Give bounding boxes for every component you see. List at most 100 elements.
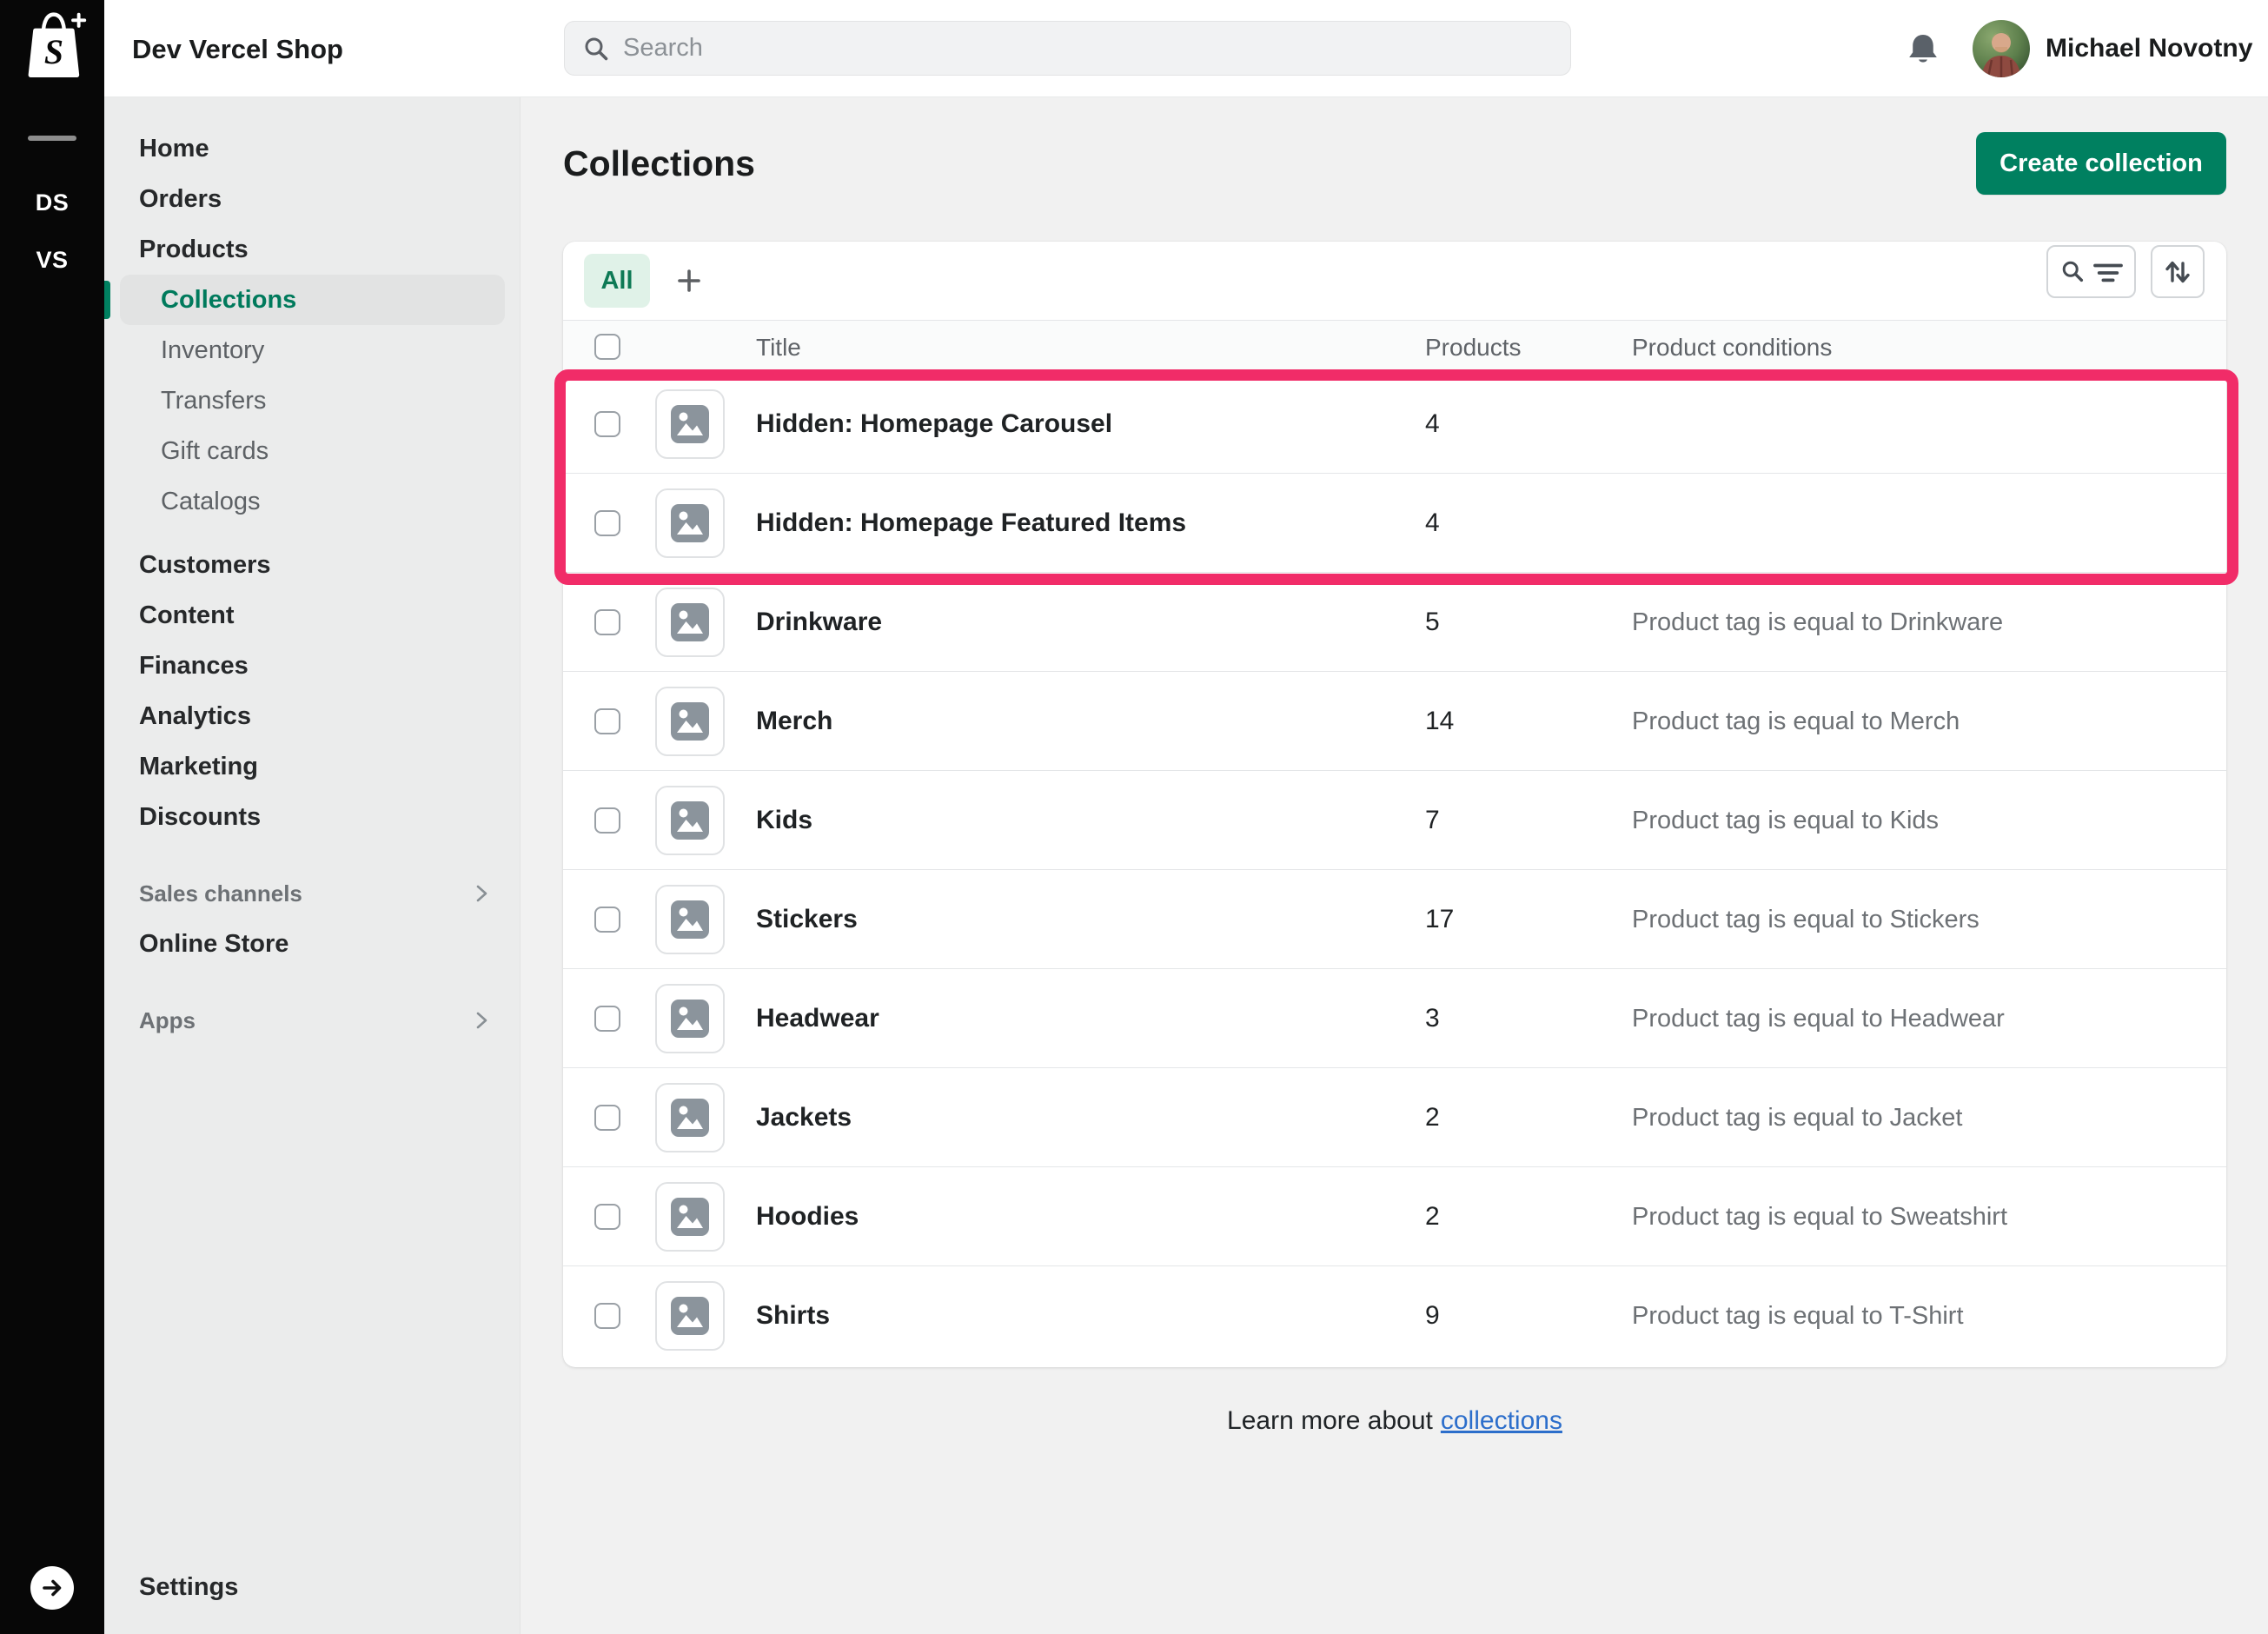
- sort-button[interactable]: [2151, 245, 2205, 298]
- table-row[interactable]: Kids 7 Product tag is equal to Kids: [563, 771, 2226, 870]
- row-checkbox[interactable]: [594, 807, 620, 834]
- section-label: Apps: [139, 1007, 196, 1034]
- shopify-admin-window: S DS VS Dev Vercel Shop: [0, 0, 2268, 1634]
- column-header-products: Products: [1425, 334, 1522, 362]
- search-icon: [2060, 259, 2086, 285]
- sidebar-item-label: Collections: [161, 286, 296, 315]
- sidebar-item-catalogs[interactable]: Catalogs: [104, 476, 520, 527]
- create-collection-button[interactable]: Create collection: [1976, 132, 2226, 195]
- workspace-item-vs[interactable]: VS: [0, 247, 104, 274]
- sidebar-item-customers[interactable]: Customers: [104, 540, 520, 590]
- table-row[interactable]: Hoodies 2 Product tag is equal to Sweats…: [563, 1167, 2226, 1266]
- image-placeholder-icon: [671, 603, 709, 641]
- sidebar-item-orders[interactable]: Orders: [104, 174, 520, 224]
- row-checkbox[interactable]: [594, 907, 620, 933]
- user-name: Michael Novotny: [2046, 34, 2252, 63]
- search-input[interactable]: [623, 34, 1553, 63]
- table-row[interactable]: Merch 14 Product tag is equal to Merch: [563, 672, 2226, 771]
- image-placeholder-icon: [671, 1198, 709, 1236]
- filter-icon: [2093, 259, 2123, 285]
- sidebar-item-finances[interactable]: Finances: [104, 641, 520, 691]
- notifications-button[interactable]: [1901, 28, 1945, 71]
- image-placeholder-icon: [671, 1099, 709, 1137]
- collection-title[interactable]: Hidden: Homepage Featured Items: [756, 508, 1186, 538]
- table-row[interactable]: Headwear 3 Product tag is equal to Headw…: [563, 969, 2226, 1068]
- image-placeholder-icon: [671, 1000, 709, 1038]
- sidebar-item-inventory[interactable]: Inventory: [104, 325, 520, 375]
- sidebar-item-collections[interactable]: Collections: [120, 275, 505, 325]
- search-icon: [582, 35, 610, 63]
- collection-title[interactable]: Merch: [756, 707, 832, 736]
- product-conditions: Product tag is equal to Stickers: [1632, 906, 1980, 934]
- column-header-conditions: Product conditions: [1632, 334, 1832, 362]
- image-placeholder-icon: [671, 1297, 709, 1335]
- collection-title[interactable]: Kids: [756, 806, 812, 835]
- sidebar-item-content[interactable]: Content: [104, 590, 520, 641]
- collection-title[interactable]: Stickers: [756, 905, 858, 934]
- sidebar-item-marketing[interactable]: Marketing: [104, 741, 520, 792]
- table-row[interactable]: Shirts 9 Product tag is equal to T-Shirt: [563, 1266, 2226, 1365]
- active-indicator: [104, 281, 110, 319]
- sidebar-section-apps[interactable]: Apps: [104, 995, 520, 1046]
- sidebar-item-transfers[interactable]: Transfers: [104, 375, 520, 426]
- sidebar-item-products[interactable]: Products: [104, 224, 520, 275]
- collection-title[interactable]: Headwear: [756, 1004, 879, 1033]
- products-count: 4: [1425, 508, 1440, 538]
- row-checkbox[interactable]: [594, 1303, 620, 1329]
- sidebar-section-sales-channels[interactable]: Sales channels: [104, 868, 520, 919]
- image-placeholder-icon: [671, 702, 709, 741]
- sidebar-nav: Home Orders Products Collections Invento…: [104, 97, 521, 1634]
- svg-text:S: S: [44, 33, 63, 71]
- collection-thumbnail: [655, 885, 725, 954]
- products-count: 14: [1425, 707, 1454, 736]
- table-row[interactable]: Stickers 17 Product tag is equal to Stic…: [563, 870, 2226, 969]
- collections-help-link[interactable]: collections: [1441, 1406, 1562, 1435]
- rail-divider: [28, 136, 76, 141]
- row-checkbox[interactable]: [594, 411, 620, 437]
- row-checkbox[interactable]: [594, 1006, 620, 1032]
- chevron-right-icon: [473, 1010, 490, 1031]
- collection-title[interactable]: Shirts: [756, 1301, 830, 1331]
- collections-card: All: [563, 242, 2226, 1367]
- search-filter-button[interactable]: [2046, 245, 2136, 298]
- expand-arrow-button[interactable]: [30, 1566, 74, 1610]
- sidebar-item-discounts[interactable]: Discounts: [104, 792, 520, 842]
- shop-name: Dev Vercel Shop: [132, 34, 343, 65]
- products-count: 2: [1425, 1103, 1440, 1133]
- collection-title[interactable]: Hoodies: [756, 1202, 859, 1232]
- product-conditions: Product tag is equal to Merch: [1632, 707, 1960, 736]
- select-all-checkbox[interactable]: [594, 334, 620, 360]
- sidebar-item-gift-cards[interactable]: Gift cards: [104, 426, 520, 476]
- workspace-item-ds[interactable]: DS: [0, 189, 104, 216]
- sidebar-item-online-store[interactable]: Online Store: [104, 919, 520, 969]
- products-count: 17: [1425, 905, 1454, 934]
- global-search[interactable]: [564, 21, 1571, 76]
- collection-title[interactable]: Drinkware: [756, 608, 882, 637]
- sidebar-item-analytics[interactable]: Analytics: [104, 691, 520, 741]
- product-conditions: Product tag is equal to Sweatshirt: [1632, 1203, 2007, 1232]
- user-menu[interactable]: Michael Novotny: [1973, 16, 2252, 82]
- row-checkbox[interactable]: [594, 1204, 620, 1230]
- row-checkbox[interactable]: [594, 510, 620, 536]
- products-count: 4: [1425, 409, 1440, 439]
- row-checkbox[interactable]: [594, 708, 620, 734]
- collection-title[interactable]: Hidden: Homepage Carousel: [756, 409, 1112, 439]
- sidebar-item-settings[interactable]: Settings: [104, 1562, 520, 1612]
- row-checkbox[interactable]: [594, 1105, 620, 1131]
- collection-thumbnail: [655, 1182, 725, 1252]
- table-row[interactable]: Jackets 2 Product tag is equal to Jacket: [563, 1068, 2226, 1167]
- table-row[interactable]: Drinkware 5 Product tag is equal to Drin…: [563, 573, 2226, 672]
- column-header-title: Title: [756, 334, 801, 362]
- tab-all[interactable]: All: [584, 254, 650, 308]
- shopify-logo[interactable]: S: [21, 9, 89, 82]
- avatar: [1973, 20, 2030, 77]
- products-count: 3: [1425, 1004, 1440, 1033]
- sidebar-item-home[interactable]: Home: [104, 123, 520, 174]
- collection-title[interactable]: Jackets: [756, 1103, 852, 1133]
- add-view-button[interactable]: [674, 266, 704, 296]
- collection-thumbnail: [655, 786, 725, 855]
- row-checkbox[interactable]: [594, 609, 620, 635]
- table-row[interactable]: Hidden: Homepage Carousel 4: [563, 375, 2226, 474]
- table-row[interactable]: Hidden: Homepage Featured Items 4: [563, 474, 2226, 573]
- table-header: Title Products Product conditions: [563, 320, 2226, 375]
